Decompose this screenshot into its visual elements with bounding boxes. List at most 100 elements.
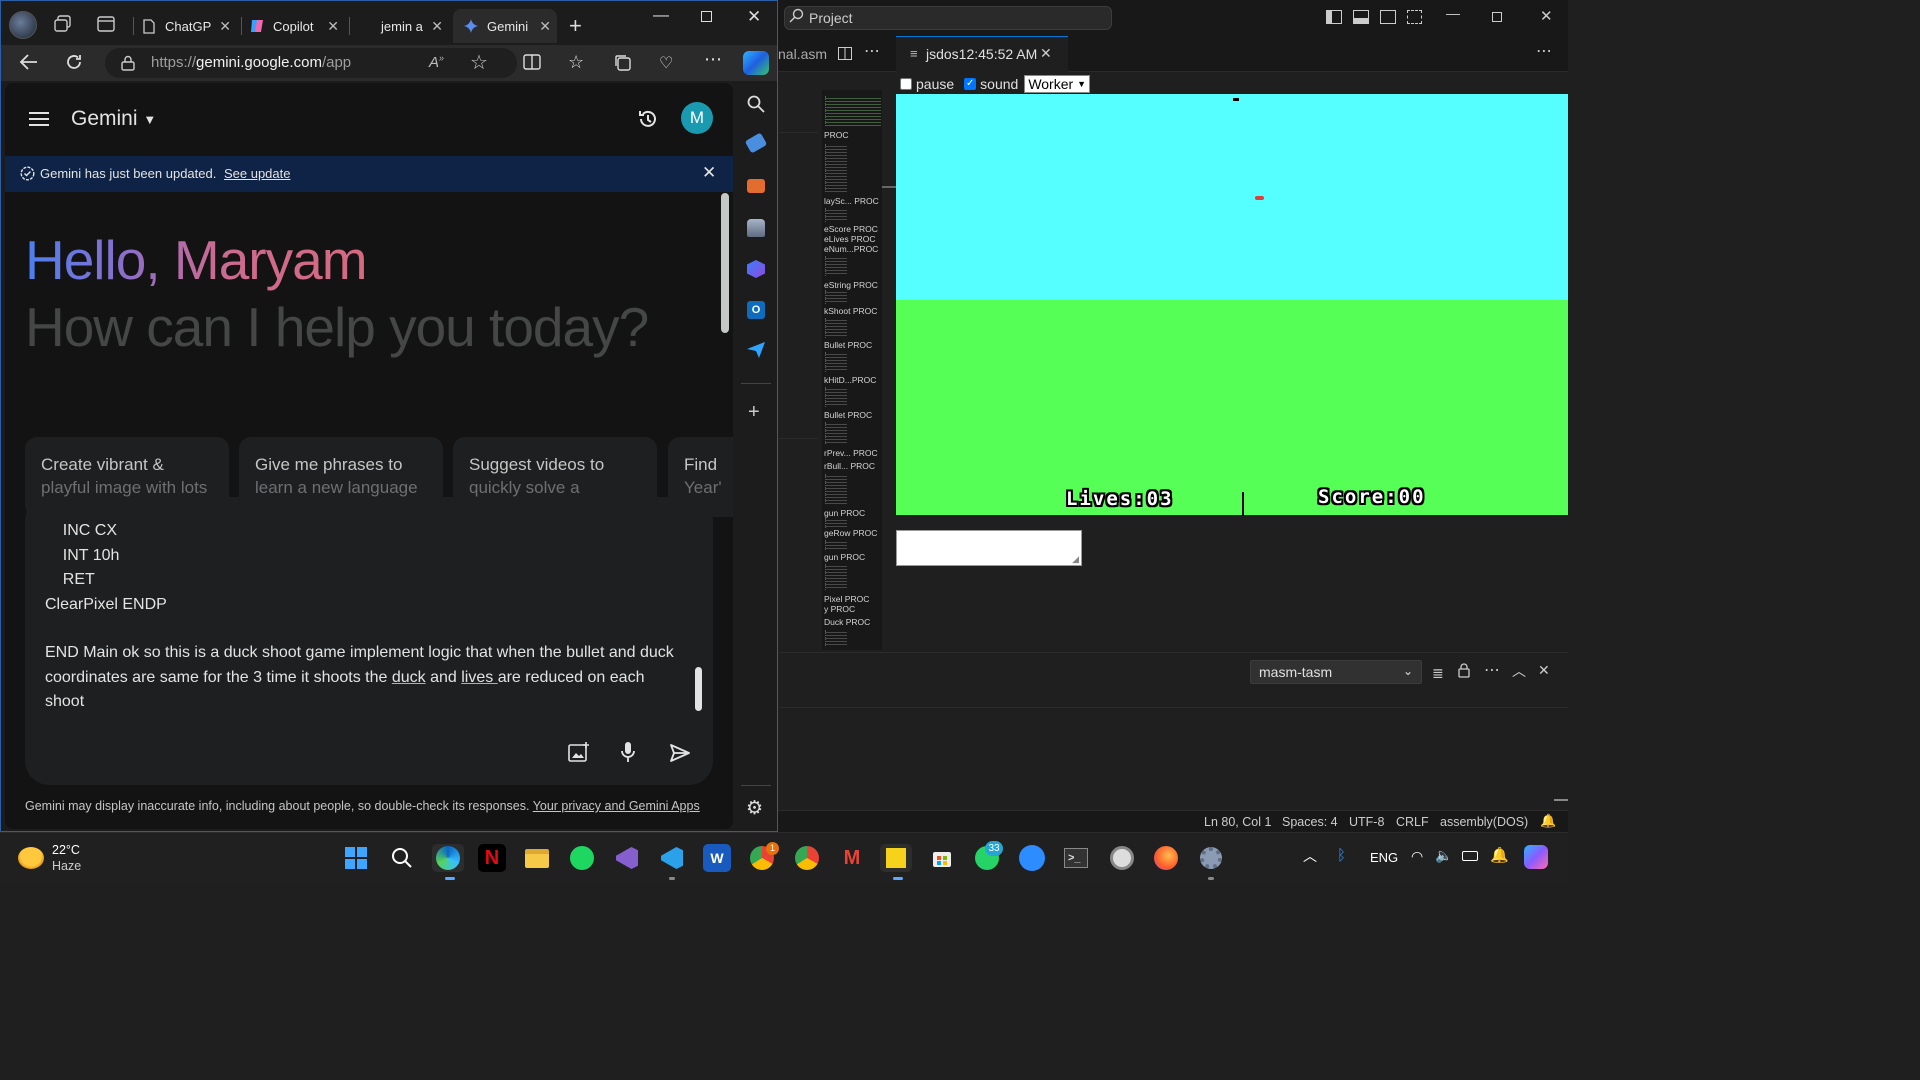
language-mode[interactable]: assembly(DOS) <box>1440 815 1528 829</box>
start-icon[interactable] <box>342 844 370 872</box>
microsoft-365-icon[interactable] <box>747 260 765 278</box>
search-icon[interactable] <box>388 844 416 872</box>
file-encoding[interactable]: UTF-8 <box>1349 815 1384 829</box>
gemini-model-switcher[interactable]: Gemini ▼ <box>71 107 156 131</box>
editor-tab-asm[interactable]: nal.asm <box>778 46 827 62</box>
outlook-icon[interactable]: O <box>747 301 765 319</box>
split-editor-icon[interactable] <box>838 47 852 60</box>
microsoft-store-icon[interactable] <box>928 844 956 872</box>
minimize-icon[interactable]: — <box>653 7 669 25</box>
close-tab-icon[interactable]: ✕ <box>431 18 443 35</box>
tab-copilot[interactable]: Copilot ✕ <box>249 9 345 43</box>
new-tab-icon[interactable]: + <box>569 13 582 39</box>
clock-icon[interactable] <box>1108 844 1136 872</box>
restore-icon[interactable] <box>1492 12 1502 22</box>
toggle-primary-sidebar-icon[interactable] <box>1326 10 1342 24</box>
tab-chatgpt[interactable]: ChatGP ✕ <box>141 9 237 43</box>
editor-tab-jsdos[interactable]: ≡ jsdos12:45:52 AM ✕ <box>896 36 1068 72</box>
refresh-icon[interactable] <box>64 52 84 72</box>
vscode-icon[interactable] <box>658 844 686 872</box>
favorites-icon[interactable]: ☆ <box>568 52 584 73</box>
input-language[interactable]: ENG <box>1370 850 1398 865</box>
prompt-text[interactable]: END Main ok so this is a duck shoot game… <box>45 641 685 715</box>
collections-icon[interactable] <box>614 54 632 72</box>
games-chess-icon[interactable] <box>747 219 765 237</box>
tab-actions-icon[interactable] <box>97 16 115 32</box>
tab-gemini[interactable]: Gemini ✕ <box>453 9 557 43</box>
prompt-code-text[interactable]: INC CX INT 10h RET ClearPixel ENDP <box>45 519 167 617</box>
split-screen-icon[interactable] <box>523 54 541 70</box>
drop-send-icon[interactable] <box>746 341 766 359</box>
editor-more-icon[interactable]: ⋯ <box>864 41 880 61</box>
clear-output-icon[interactable]: ≣ <box>1432 665 1444 682</box>
visual-studio-icon[interactable] <box>613 844 641 872</box>
toggle-panel-icon[interactable] <box>1353 10 1369 24</box>
back-arrow-icon[interactable] <box>19 53 39 71</box>
close-window-icon[interactable]: ✕ <box>1540 7 1553 25</box>
tab-jemin[interactable]: jemin a ✕ <box>357 9 449 43</box>
see-update-link[interactable]: See update <box>224 166 291 181</box>
resize-handle-icon[interactable]: ◢ <box>1072 554 1079 565</box>
customize-layout-icon[interactable] <box>1407 10 1422 24</box>
maximize-icon[interactable] <box>701 11 712 22</box>
word-icon[interactable]: W <box>703 844 731 872</box>
sticky-notes-icon[interactable] <box>880 844 912 872</box>
favorite-star-icon[interactable]: ☆ <box>470 50 488 75</box>
lock-icon[interactable] <box>1458 663 1470 678</box>
hamburger-menu-icon[interactable] <box>29 111 49 127</box>
chrome-profile-icon[interactable] <box>793 844 821 872</box>
gmail-icon[interactable]: M <box>838 844 866 872</box>
line-endings[interactable]: CRLF <box>1396 815 1429 829</box>
close-panel-icon[interactable]: ✕ <box>1538 662 1550 679</box>
url-text[interactable]: https://gemini.google.com/app <box>151 54 351 71</box>
profile-avatar[interactable] <box>9 11 37 39</box>
input-scrollbar[interactable] <box>695 667 702 711</box>
show-hidden-icons-icon[interactable]: ︿ <box>1303 846 1317 866</box>
copilot-icon[interactable] <box>743 51 769 75</box>
editor-more-icon[interactable]: ⋯ <box>1536 41 1552 61</box>
zoom-icon[interactable] <box>1018 844 1046 872</box>
bluetooth-icon[interactable]: ᛒ <box>1337 847 1346 864</box>
page-scrollbar[interactable] <box>721 193 729 333</box>
send-icon[interactable] <box>669 743 691 763</box>
microphone-icon[interactable] <box>620 741 636 763</box>
sidebar-search-icon[interactable] <box>747 95 765 113</box>
worker-select[interactable]: Worker ▼ <box>1024 75 1091 93</box>
minimap-slider[interactable] <box>882 186 896 188</box>
close-tab-icon[interactable]: ✕ <box>539 18 551 35</box>
prompt-input-box[interactable]: INC CX INT 10h RET ClearPixel ENDP END Ma… <box>25 497 713 785</box>
battery-icon[interactable] <box>1462 851 1478 861</box>
notification-bell-icon[interactable]: 🔔 <box>1490 846 1509 864</box>
sidebar-settings-icon[interactable]: ⚙ <box>746 797 763 820</box>
close-tab-icon[interactable]: ✕ <box>327 18 339 35</box>
edge-icon[interactable] <box>432 844 464 872</box>
terminal-icon[interactable]: >_ <box>1062 844 1090 872</box>
more-menu-icon[interactable]: ⋯ <box>704 49 722 70</box>
panel-scrollbar[interactable] <box>1554 799 1568 801</box>
wifi-icon[interactable]: ◠ <box>1411 848 1423 865</box>
netflix-icon[interactable]: N <box>478 844 506 872</box>
add-image-icon[interactable] <box>568 742 590 762</box>
spotify-icon[interactable] <box>568 844 596 872</box>
toggle-secondary-sidebar-icon[interactable] <box>1380 10 1396 24</box>
terminal-select[interactable]: masm-tasm ⌄ <box>1250 660 1422 684</box>
history-icon[interactable] <box>637 108 659 130</box>
firefox-icon[interactable] <box>1152 844 1180 872</box>
tools-briefcase-icon[interactable] <box>747 179 765 193</box>
read-aloud-icon[interactable]: A» <box>429 53 444 71</box>
copilot-icon[interactable] <box>1524 845 1548 869</box>
cursor-position[interactable]: Ln 80, Col 1 <box>1204 815 1271 829</box>
add-sidebar-app-icon[interactable]: + <box>748 401 760 424</box>
address-bar[interactable]: https://gemini.google.com/app A» ☆ <box>105 48 517 78</box>
sound-checkbox[interactable]: ✓ <box>964 78 977 90</box>
panel-more-icon[interactable]: ⋯ <box>1484 660 1500 680</box>
close-tab-icon[interactable]: ✕ <box>1040 45 1052 62</box>
shopping-tag-icon[interactable] <box>744 132 768 154</box>
file-explorer-icon[interactable] <box>523 844 551 872</box>
workspaces-icon[interactable] <box>53 15 73 33</box>
indentation[interactable]: Spaces: 4 <box>1282 815 1338 829</box>
pause-checkbox[interactable] <box>900 78 912 90</box>
privacy-link[interactable]: Your privacy and Gemini Apps <box>533 799 700 813</box>
emulator-text-input[interactable]: ◢ <box>896 530 1082 566</box>
lock-icon[interactable] <box>121 55 135 71</box>
